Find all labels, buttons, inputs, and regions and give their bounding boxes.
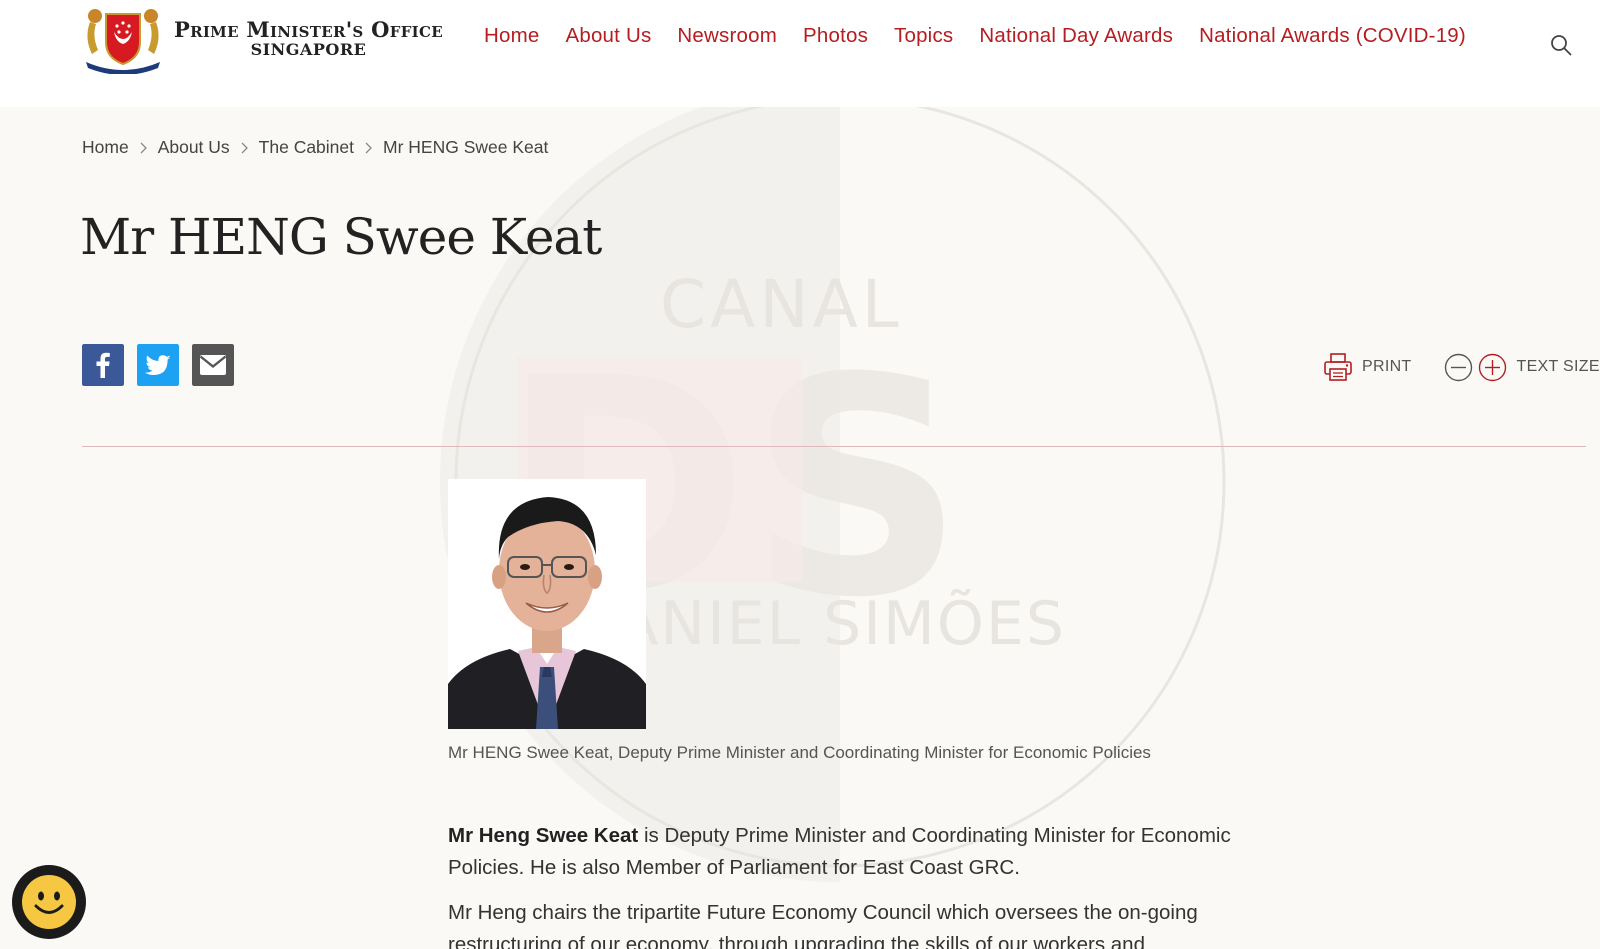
bio-paragraph-1: Mr Heng Swee Keat is Deputy Prime Minist… [448,820,1238,884]
breadcrumb-about-us[interactable]: About Us [158,137,230,158]
breadcrumb-home[interactable]: Home [82,137,129,158]
text-size-label: TEXT SIZE [1516,358,1600,375]
printer-icon [1324,353,1352,381]
smiley-icon [22,875,76,929]
text-size-decrease-icon[interactable] [1444,353,1473,382]
twitter-icon[interactable] [137,344,179,386]
portrait-photo [448,479,646,729]
section-divider [82,446,1586,447]
chevron-right-icon [365,142,372,153]
facebook-icon[interactable] [82,344,124,386]
chevron-right-icon [140,142,147,153]
print-button[interactable]: PRINT [1322,351,1412,383]
feedback-widget[interactable] [12,865,86,939]
nav-home[interactable]: Home [484,24,539,48]
page-tools: PRINT TEXT SIZE [1322,350,1600,384]
bio-paragraph-2: Mr Heng chairs the tripartite Future Eco… [448,901,1198,949]
nav-newsroom[interactable]: Newsroom [677,24,777,48]
bio-name: Mr Heng Swee Keat [448,824,639,847]
site-logo[interactable]: Prime Minister's Office SINGAPORE [82,2,462,74]
biography-text: Mr Heng Swee Keat is Deputy Prime Minist… [448,820,1238,949]
chevron-right-icon [241,142,248,153]
breadcrumb-the-cabinet[interactable]: The Cabinet [259,137,354,158]
nav-about-us[interactable]: About Us [565,24,651,48]
logo-line2: SINGAPORE [250,39,367,59]
breadcrumb: Home About Us The Cabinet Mr HENG Swee K… [82,137,548,158]
photo-caption: Mr HENG Swee Keat, Deputy Prime Minister… [448,743,1151,762]
logo-line1: Prime Minister's Office [174,16,443,42]
share-buttons [82,344,247,386]
print-label: PRINT [1362,358,1412,375]
nav-topics[interactable]: Topics [894,24,953,48]
watermark-line1: CANAL [660,266,903,343]
site-header: Prime Minister's Office SINGAPORE Home A… [0,0,1600,107]
page-title: Mr HENG Swee Keat [80,208,602,266]
nav-photos[interactable]: Photos [803,24,868,48]
search-icon[interactable] [1549,33,1573,57]
email-icon[interactable] [192,344,234,386]
singapore-crest-icon [86,9,160,74]
breadcrumb-current: Mr HENG Swee Keat [383,137,549,157]
text-size-increase-icon[interactable] [1478,353,1507,382]
main-nav: Home About Us Newsroom Photos Topics Nat… [484,24,1492,48]
nav-national-day-awards[interactable]: National Day Awards [979,24,1173,48]
nav-national-awards-covid[interactable]: National Awards (COVID-19) [1199,24,1466,48]
